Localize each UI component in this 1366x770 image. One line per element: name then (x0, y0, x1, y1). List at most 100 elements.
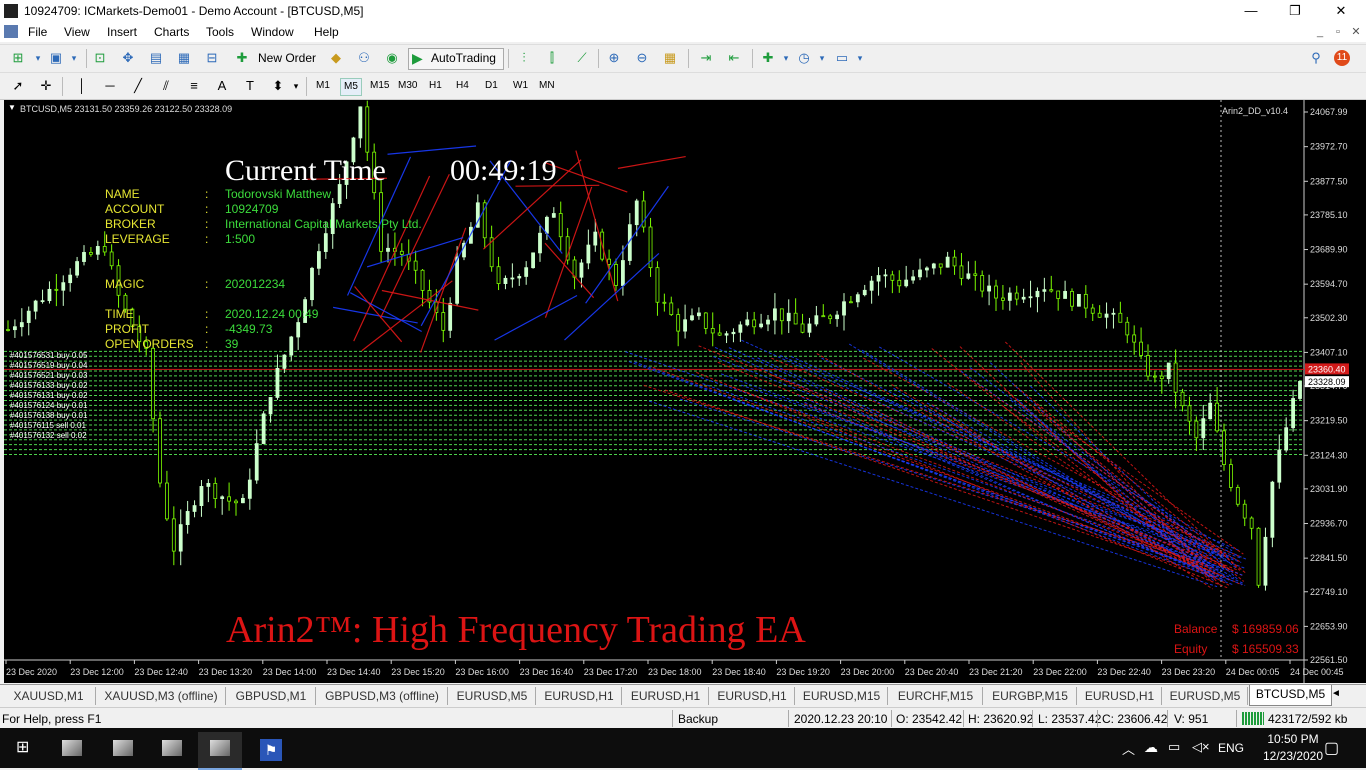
auto-scroll-icon[interactable]: ⇥ (696, 49, 716, 67)
timeframe-h1[interactable]: H1 (426, 78, 445, 94)
language-indicator[interactable]: ENG (1218, 741, 1244, 755)
timeframe-m5[interactable]: M5 (340, 78, 362, 96)
mdi-minimize-button[interactable]: _ (1312, 24, 1328, 40)
bar-chart-icon[interactable]: ⫶ (514, 49, 534, 67)
chart-tab[interactable]: XAUUSD,M3 (offline) (97, 687, 226, 705)
metaeditor-icon[interactable]: ◆ (326, 49, 346, 67)
menu-charts[interactable]: Charts (154, 25, 189, 39)
text-label-icon[interactable]: T (240, 77, 260, 95)
minimize-button[interactable]: — (1228, 2, 1274, 20)
taskbar-mt4-3[interactable] (150, 732, 194, 768)
line-chart-icon[interactable]: ⟋ (572, 49, 592, 67)
chart-window-icon[interactable] (4, 25, 18, 38)
menu-help[interactable]: Help (314, 25, 339, 39)
chart-tab[interactable]: BTCUSD,M5 (1249, 685, 1332, 706)
horizontal-line-icon[interactable]: ─ (100, 77, 120, 95)
close-button[interactable]: ✕ (1318, 2, 1364, 20)
chart-tab[interactable]: EURUSD,H1 (537, 687, 622, 705)
menu-insert[interactable]: Insert (107, 25, 137, 39)
taskbar-mt4-1[interactable] (50, 732, 94, 768)
chart-tab[interactable]: EURUSD,H1 (710, 687, 795, 705)
chart-tab[interactable]: XAUUSD,M1 (2, 687, 96, 705)
timeframe-m15[interactable]: M15 (367, 78, 392, 94)
text-icon[interactable]: A (212, 77, 232, 95)
notifications-icon[interactable]: ▢ (1324, 738, 1339, 758)
terminal-icon[interactable]: ▦ (174, 49, 194, 67)
tester-icon[interactable]: ⊟ (202, 49, 222, 67)
mdi-close-button[interactable]: ✕ (1348, 24, 1364, 40)
chart-tab[interactable]: EURUSD,M15 (796, 687, 888, 705)
maximize-button[interactable]: ❐ (1272, 2, 1318, 20)
indicators-icon[interactable]: ✚ (758, 49, 778, 67)
menu-tools[interactable]: Tools (206, 25, 234, 39)
timeframe-m1[interactable]: M1 (313, 78, 333, 94)
data-window-icon[interactable]: ✥ (118, 49, 138, 67)
signals-icon[interactable]: ⚇ (354, 49, 374, 67)
tile-windows-icon[interactable]: ▦ (660, 49, 680, 67)
chart-tab[interactable]: EURGBP,M15 (984, 687, 1077, 705)
status-profile[interactable]: Backup (678, 711, 718, 727)
menu-view[interactable]: View (64, 25, 90, 39)
chart-tab[interactable]: EURUSD,H1 (1078, 687, 1162, 705)
timeframe-mn[interactable]: MN (536, 78, 558, 94)
timeframe-m30[interactable]: M30 (395, 78, 420, 94)
market-watch-icon[interactable]: ⊡ (90, 49, 110, 67)
vertical-line-icon[interactable]: │ (72, 77, 92, 95)
timeframe-h4[interactable]: H4 (453, 78, 472, 94)
chart-window[interactable]: 24067.99 23972.70 23877.50 23785.10 23689.90… (4, 100, 1366, 683)
chart-tab[interactable]: GBPUSD,M3 (offline) (317, 687, 448, 705)
templates-icon[interactable]: ▭ (832, 49, 852, 67)
zoom-out-icon[interactable]: ⊖ (632, 49, 652, 67)
fibonacci-icon[interactable]: ≡ (184, 77, 204, 95)
connection-bars-icon[interactable] (1242, 712, 1264, 725)
arrows-dropdown-icon[interactable]: ▾ (286, 77, 306, 95)
market-icon[interactable]: ◉ (382, 49, 402, 67)
search-icon[interactable]: ⚲ (1306, 49, 1326, 67)
chart-tab[interactable]: EURCHF,M15 (889, 687, 983, 705)
profiles-icon[interactable]: ▣ (46, 49, 66, 67)
navigator-icon[interactable]: ▤ (146, 49, 166, 67)
timeframe-w1[interactable]: W1 (510, 78, 531, 94)
channel-icon[interactable]: ⫽ (156, 77, 176, 95)
clock-time[interactable]: 10:50 PM (1262, 732, 1324, 746)
periods-icon[interactable]: ◷ (794, 49, 814, 67)
crosshair-icon[interactable]: ✛ (36, 77, 56, 95)
chart-tab[interactable]: EURUSD,M5 (1163, 687, 1248, 705)
indicators-dropdown-icon[interactable]: ▾ (776, 49, 796, 67)
tab-scroll-left-icon[interactable]: ◄ (1331, 688, 1341, 699)
tray-expand-icon[interactable]: ︿ (1122, 739, 1135, 758)
cursor-icon[interactable]: ➚ (8, 77, 28, 95)
autotrading-button[interactable]: ▶ AutoTrading (408, 48, 504, 70)
profiles-dropdown-icon[interactable]: ▾ (64, 49, 84, 67)
status-traffic[interactable]: 423172/592 kb (1268, 711, 1347, 727)
chart-tab[interactable]: EURUSD,H1 (623, 687, 709, 705)
chart-shift-icon[interactable]: ⇤ (724, 49, 744, 67)
arrows-icon[interactable]: ⬍ (268, 77, 288, 95)
new-order-button[interactable]: New Order (258, 49, 316, 67)
onedrive-icon[interactable]: ☁ (1144, 739, 1158, 756)
new-order-icon[interactable]: ✚ (232, 49, 252, 67)
zoom-in-icon[interactable]: ⊕ (604, 49, 624, 67)
templates-dropdown-icon[interactable]: ▾ (850, 49, 870, 67)
new-chart-icon[interactable]: ⊞ (8, 49, 28, 67)
menu-window[interactable]: Window (251, 25, 294, 39)
notification-badge[interactable]: 11 (1334, 50, 1350, 66)
menu-file[interactable]: File (28, 25, 47, 39)
chart-tab[interactable]: EURUSD,M5 (449, 687, 536, 705)
price-chart[interactable]: 24067.99 23972.70 23877.50 23785.10 23689.90… (4, 100, 1366, 683)
clock-date[interactable]: 12/23/2020 (1262, 749, 1324, 763)
new-chart-dropdown-icon[interactable]: ▾ (28, 49, 48, 67)
periods-dropdown-icon[interactable]: ▾ (812, 49, 832, 67)
trendline-icon[interactable]: ╱ (128, 77, 148, 95)
network-icon[interactable]: ▭ (1168, 739, 1180, 755)
taskbar-app-5[interactable]: ⚑ (248, 732, 292, 768)
taskbar-mt4-2[interactable] (101, 732, 145, 768)
chart-tab[interactable]: GBPUSD,M1 (227, 687, 316, 705)
timeframe-d1[interactable]: D1 (482, 78, 501, 94)
windows-start-icon[interactable]: ⊞ (16, 740, 32, 756)
taskbar-mt4-4-active[interactable] (198, 732, 242, 770)
mdi-restore-button[interactable]: ▫ (1330, 24, 1346, 40)
volume-muted-icon[interactable]: ◁× (1192, 739, 1210, 755)
candlestick-icon[interactable]: ⫿ (542, 49, 562, 67)
candle-body (296, 322, 301, 338)
